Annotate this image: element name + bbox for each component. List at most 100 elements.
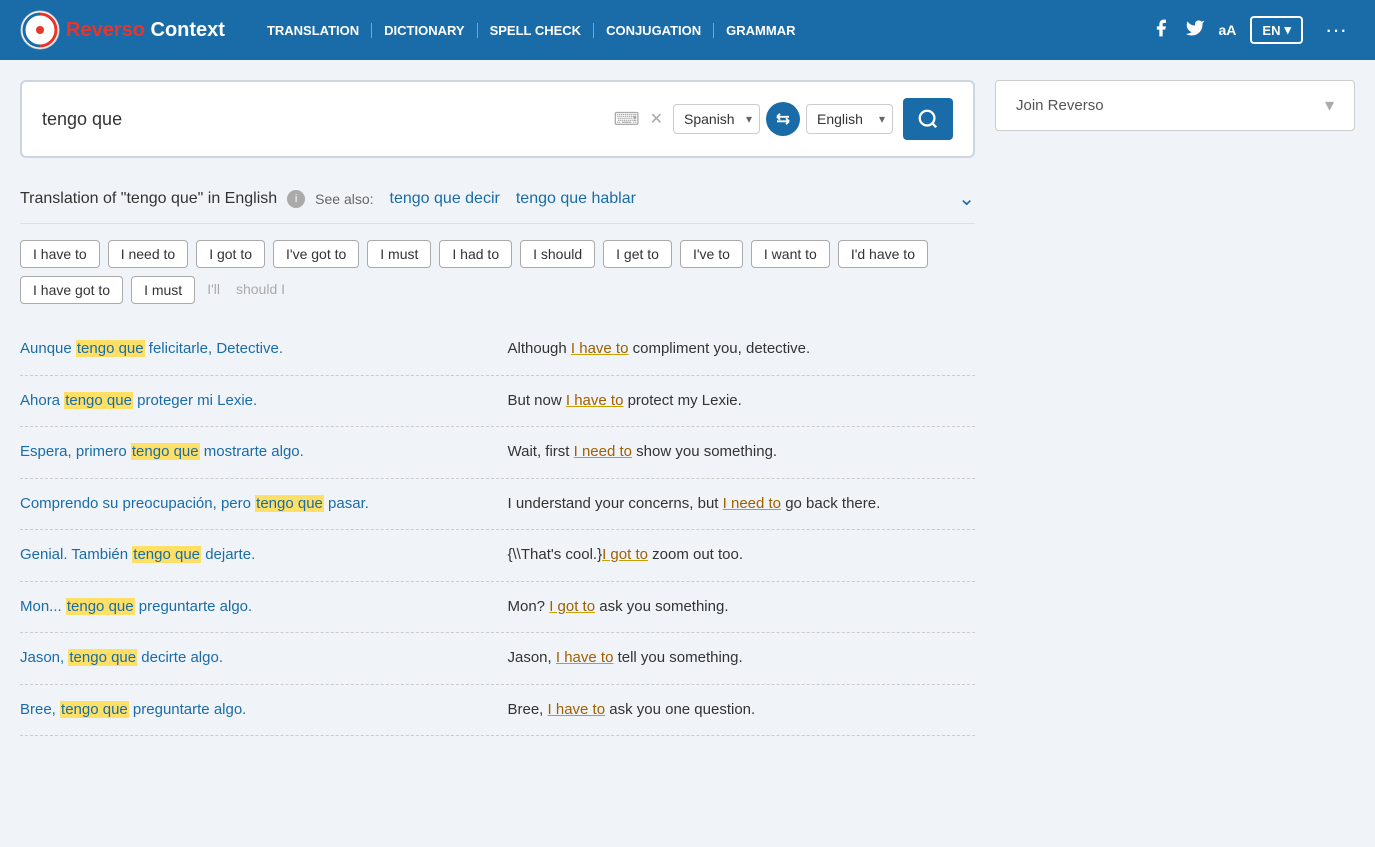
tag-i-must-2[interactable]: I must [131, 276, 195, 304]
result-english: Jason, I have to tell you something. [508, 647, 976, 670]
lang-dropdown-icon: ▾ [1284, 22, 1291, 38]
highlight: I have to [556, 649, 614, 666]
result-english: Bree, I have to ask you one question. [508, 699, 976, 722]
tags-row-1: I have to I need to I got to I've got to… [20, 240, 975, 268]
highlight: I have to [548, 701, 606, 718]
swap-languages-button[interactable] [766, 102, 800, 136]
tag-i-got-to[interactable]: I got to [196, 240, 265, 268]
highlight: tengo que [132, 546, 201, 563]
tag-id-have-to[interactable]: I'd have to [838, 240, 928, 268]
result-spanish: Jason, tengo que decirte algo. [20, 647, 488, 670]
join-reverso-button[interactable]: Join Reverso ▾ [995, 80, 1355, 131]
highlight: I have to [566, 392, 624, 409]
left-panel: ⌨ ✕ Spanish English French [20, 80, 975, 736]
search-icon [917, 108, 939, 130]
highlight: I got to [549, 598, 595, 615]
search-input[interactable] [42, 109, 604, 130]
see-also-label: See also: [315, 191, 373, 207]
table-row: Bree, tengo que preguntarte algo. Bree, … [20, 685, 975, 737]
result-spanish: Comprendo su preocupación, pero tengo qu… [20, 493, 488, 516]
nav-grammar[interactable]: GRAMMAR [714, 23, 807, 38]
logo-reverso: Reverso [66, 19, 145, 41]
table-row: Genial. También tengo que dejarte. {\\Th… [20, 530, 975, 582]
highlight: tengo que [68, 649, 137, 666]
tag-i-should[interactable]: I should [520, 240, 595, 268]
header: Reverso Context TRANSLATION DICTIONARY S… [0, 0, 1375, 60]
join-reverso-label: Join Reverso [1016, 97, 1104, 114]
tag-ill[interactable]: I'll [203, 276, 224, 304]
lang-code: EN [1262, 23, 1280, 38]
highlight: I got to [602, 546, 648, 563]
translation-header: Translation of "tengo que" in English i … [20, 174, 975, 224]
highlight: tengo que [64, 392, 133, 409]
highlight: tengo que [76, 340, 145, 357]
result-english: {\\That's cool.}I got to zoom out too. [508, 544, 976, 567]
tag-i-had-to[interactable]: I had to [439, 240, 512, 268]
nav-links: TRANSLATION DICTIONARY SPELL CHECK CONJU… [255, 23, 808, 38]
search-box: ⌨ ✕ Spanish English French [20, 80, 975, 158]
result-spanish: Mon... tengo que preguntarte algo. [20, 596, 488, 619]
tag-ive-to[interactable]: I've to [680, 240, 743, 268]
query-text: tengo que [126, 190, 197, 207]
highlight: I need to [574, 443, 632, 460]
lang-select-group: Spanish English French English Spanish F… [673, 102, 893, 136]
highlight: I need to [723, 495, 781, 512]
tag-i-have-to[interactable]: I have to [20, 240, 100, 268]
twitter-icon[interactable] [1185, 18, 1205, 43]
result-spanish: Espera, primero tengo que mostrarte algo… [20, 441, 488, 464]
info-icon[interactable]: i [287, 190, 305, 208]
logo-context: Context [151, 19, 225, 41]
logo[interactable]: Reverso Context [20, 10, 225, 50]
tag-i-need-to[interactable]: I need to [108, 240, 189, 268]
nav-conjugation[interactable]: CONJUGATION [594, 23, 714, 38]
tag-i-have-got-to[interactable]: I have got to [20, 276, 123, 304]
more-button[interactable]: ··· [1317, 13, 1355, 47]
tag-should-i[interactable]: should I [232, 276, 289, 304]
result-spanish: Bree, tengo que preguntarte algo. [20, 699, 488, 722]
target-lang-select[interactable]: English Spanish French [806, 104, 893, 134]
search-button[interactable] [903, 98, 953, 140]
nav-translation[interactable]: TRANSLATION [255, 23, 372, 38]
translation-title: Translation of "tengo que" in English [20, 190, 277, 208]
swap-icon [774, 110, 792, 128]
table-row: Comprendo su preocupación, pero tengo qu… [20, 479, 975, 531]
tag-i-must-1[interactable]: I must [367, 240, 431, 268]
nav-spellcheck[interactable]: SPELL CHECK [478, 23, 595, 38]
results-container: Aunque tengo que felicitarle, Detective.… [20, 324, 975, 736]
highlight: tengo que [66, 598, 135, 615]
header-right: aA EN ▾ ··· [1151, 13, 1355, 47]
result-english: Although I have to compliment you, detec… [508, 338, 976, 361]
font-size-toggle[interactable]: aA [1219, 22, 1237, 38]
table-row: Mon... tengo que preguntarte algo. Mon? … [20, 582, 975, 634]
result-english: But now I have to protect my Lexie. [508, 390, 976, 413]
table-row: Espera, primero tengo que mostrarte algo… [20, 427, 975, 479]
logo-icon [20, 10, 60, 50]
tag-ive-got-to[interactable]: I've got to [273, 240, 359, 268]
result-english: Wait, first I need to show you something… [508, 441, 976, 464]
facebook-icon[interactable] [1151, 18, 1171, 43]
result-spanish: Aunque tengo que felicitarle, Detective. [20, 338, 488, 361]
result-spanish: Genial. También tengo que dejarte. [20, 544, 488, 567]
source-lang-select[interactable]: Spanish English French [673, 104, 760, 134]
language-selector[interactable]: EN ▾ [1250, 16, 1303, 44]
table-row: Jason, tengo que decirte algo. Jason, I … [20, 633, 975, 685]
expand-button[interactable]: ⌄ [958, 186, 975, 211]
source-lang-wrap: Spanish English French [673, 104, 760, 134]
result-english: I understand your concerns, but I need t… [508, 493, 976, 516]
highlight: tengo que [131, 443, 200, 460]
target-lang-wrap: English Spanish French [806, 104, 893, 134]
nav-dictionary[interactable]: DICTIONARY [372, 23, 477, 38]
tag-i-get-to[interactable]: I get to [603, 240, 672, 268]
result-spanish: Ahora tengo que proteger mi Lexie. [20, 390, 488, 413]
table-row: Aunque tengo que felicitarle, Detective.… [20, 324, 975, 376]
join-reverso-arrow: ▾ [1325, 95, 1334, 116]
highlight: I have to [571, 340, 629, 357]
see-also-link-2[interactable]: tengo que hablar [516, 190, 636, 208]
highlight: tengo que [60, 701, 129, 718]
table-row: Ahora tengo que proteger mi Lexie. But n… [20, 376, 975, 428]
see-also-link-1[interactable]: tengo que decir [390, 190, 500, 208]
clear-icon[interactable]: ✕ [650, 109, 663, 129]
result-english: Mon? I got to ask you something. [508, 596, 976, 619]
tag-i-want-to[interactable]: I want to [751, 240, 830, 268]
keyboard-icon[interactable]: ⌨ [614, 109, 640, 130]
